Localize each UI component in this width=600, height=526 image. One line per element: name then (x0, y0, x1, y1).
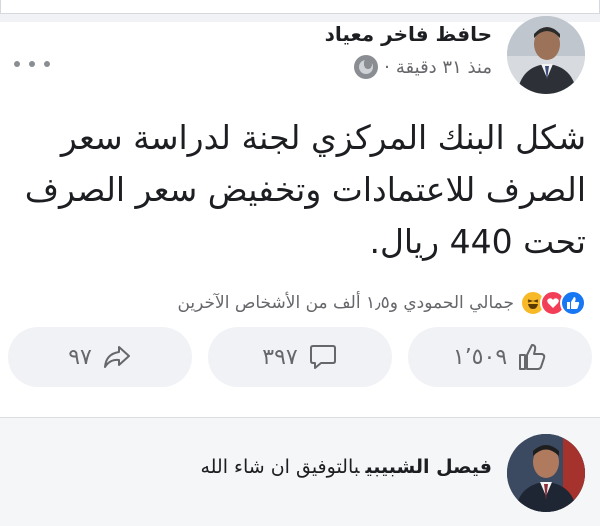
like-icon (560, 290, 586, 316)
author-avatar[interactable] (507, 16, 585, 94)
more-options-icon (44, 61, 50, 67)
like-count: ١٬٥٠٩ (452, 344, 508, 370)
reactions-text: جمالي الحمودي و١٫٥ ألف من الأشخاص الآخري… (177, 293, 514, 313)
like-button[interactable]: ١٬٥٠٩ (408, 327, 592, 387)
comment-icon (309, 345, 336, 369)
post-text: شكل البنك المركزي لجنة لدراسة سعر الصرف … (24, 118, 586, 261)
action-bar: ١٬٥٠٩ ٣٩٧ ٩٧ (8, 327, 592, 387)
thumbs-up-icon (519, 344, 546, 370)
timestamp[interactable]: منذ ٣١ دقيقة (396, 57, 492, 78)
share-count: ٩٧ (68, 344, 92, 370)
post-meta: منذ ٣١ دقيقة · (354, 55, 492, 79)
reaction-icons (520, 290, 586, 316)
comment-count: ٣٩٧ (262, 344, 298, 370)
more-options-button[interactable] (14, 52, 50, 76)
share-button[interactable]: ٩٧ (8, 327, 192, 387)
share-icon (103, 346, 130, 368)
reactions-summary[interactable]: جمالي الحمودي و١٫٥ ألف من الأشخاص الآخري… (177, 290, 586, 316)
author-name[interactable]: حافظ فاخر معياد (325, 22, 492, 46)
globe-icon[interactable] (354, 55, 379, 79)
meta-separator: · (384, 56, 390, 78)
comment-text: بالتوفيق ان شاء الله (200, 456, 360, 478)
comment-body: فيصل الشبيبي بالتوفيق ان شاء الله (200, 456, 492, 478)
previous-post-edge (0, 0, 600, 22)
commenter-avatar[interactable] (507, 434, 585, 512)
comment-author[interactable]: فيصل الشبيبي (366, 456, 493, 478)
comment-button[interactable]: ٣٩٧ (208, 327, 392, 387)
